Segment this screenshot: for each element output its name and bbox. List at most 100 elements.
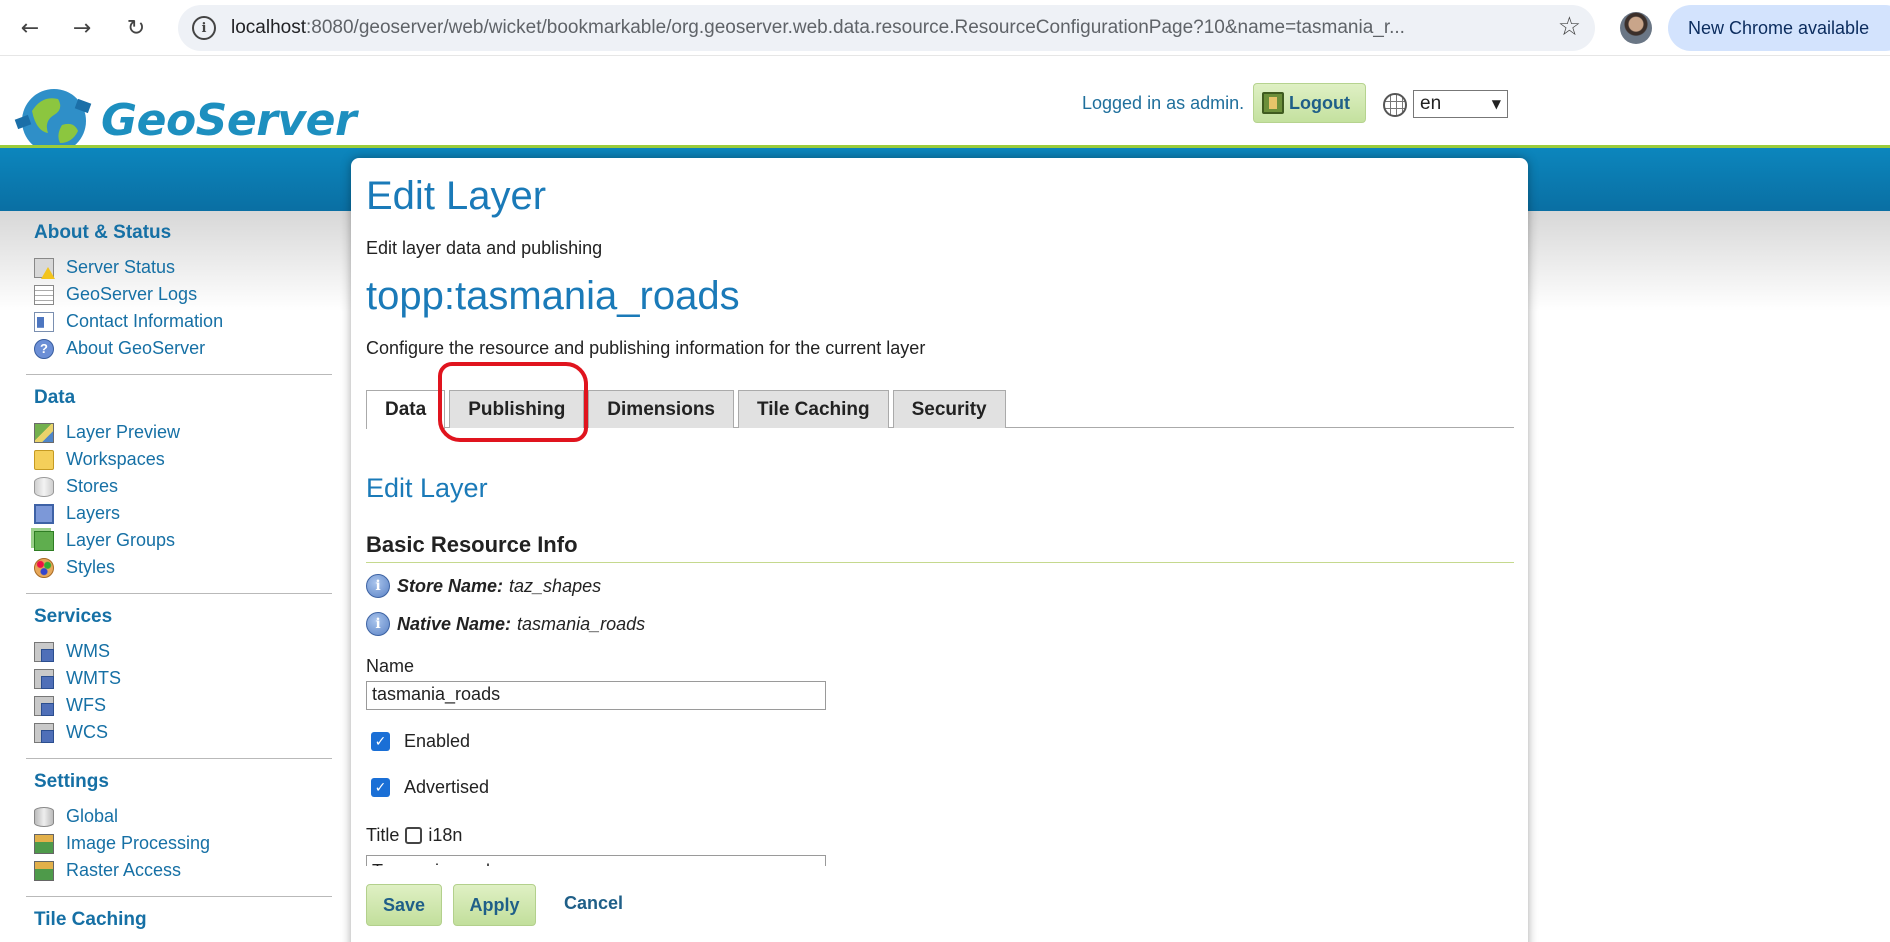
sidebar: About & Status Server Status GeoServer L… [26,220,332,942]
language-select[interactable]: en ▼ [1413,90,1508,118]
wmts-service-icon [34,668,54,689]
geoserver-header: GeoServer Logged in as admin. Logout en … [0,57,1890,153]
logs-icon [34,284,54,305]
advertised-checkbox-row[interactable]: ✓ Advertised [371,777,489,798]
tab-publishing[interactable]: Publishing [449,390,585,428]
tab-tile-caching[interactable]: Tile Caching [738,390,889,428]
sidebar-heading: Data [34,387,76,408]
cancel-link[interactable]: Cancel [564,893,623,914]
sidebar-item-label: Layer Groups [66,530,176,550]
sidebar-item-raster-access[interactable]: Raster Access [26,857,332,884]
sidebar-item-label: WFS [66,695,106,715]
contact-card-icon [34,311,54,332]
wfs-service-icon [34,695,54,716]
sidebar-item-label: WCS [66,722,108,742]
url-text[interactable]: localhost:8080/geoserver/web/wicket/book… [231,17,1531,39]
tab-dimensions[interactable]: Dimensions [588,390,734,428]
logout-label: Logout [1289,92,1350,113]
sidebar-section-services: Services WMS WMTS WFS WCS [26,604,332,759]
sidebar-item-wcs[interactable]: WCS [26,719,332,746]
apply-button[interactable]: Apply [453,884,536,926]
sidebar-item-image-processing[interactable]: Image Processing [26,830,332,857]
sidebar-item-geoserver-logs[interactable]: GeoServer Logs [26,281,332,308]
sidebar-item-wfs[interactable]: WFS [26,692,332,719]
global-settings-icon [34,806,54,827]
sidebar-item-layer-preview[interactable]: Layer Preview [26,419,332,446]
url-path: :8080/geoserver/web/wicket/bookmarkable/… [306,17,1405,38]
raster-icon [34,860,54,881]
sidebar-item-contact-information[interactable]: Contact Information [26,308,332,335]
sidebar-item-label: Raster Access [66,860,182,880]
title-label-row: Title i18n [366,825,462,846]
folder-icon [34,449,54,470]
tab-security[interactable]: Security [892,390,1006,428]
url-host: localhost [231,17,306,38]
chevron-down-icon: ▼ [1491,97,1501,111]
enabled-checkbox[interactable]: ✓ [371,732,390,751]
sidebar-item-wmts[interactable]: WMTS [26,665,332,692]
sidebar-item-layers[interactable]: Layers [26,500,332,527]
sidebar-section-about: About & Status Server Status GeoServer L… [26,220,332,375]
sidebar-item-about-geoserver[interactable]: ? About GeoServer [26,335,332,362]
logout-icon [1262,92,1284,114]
sidebar-heading: Settings [34,771,109,792]
sidebar-item-label: Workspaces [66,449,165,469]
native-name-value: tasmania_roads [517,613,646,634]
language-value: en [1420,93,1442,114]
forward-icon[interactable]: → [64,10,100,46]
sidebar-section-data: Data Layer Preview Workspaces Stores Lay… [26,385,332,594]
site-info-icon[interactable]: i [192,16,216,40]
server-status-icon [34,257,55,279]
title-label: Title [366,825,400,845]
info-icon: i [366,574,390,598]
sidebar-item-styles[interactable]: Styles [26,554,332,581]
wcs-service-icon [34,722,54,743]
chrome-update-button[interactable]: New Chrome available [1668,5,1890,51]
store-name-value: taz_shapes [509,575,602,596]
sidebar-item-label: Layer Preview [66,422,181,442]
geoserver-logo-text[interactable]: GeoServer [101,95,357,146]
sidebar-item-label: WMTS [66,668,121,688]
native-name-label: Native Name: [397,613,512,634]
name-label: Name [366,656,415,676]
sidebar-item-label: Layers [66,503,121,523]
layer-name-heading: topp:tasmania_roads [366,274,740,318]
back-icon[interactable]: ← [12,10,48,46]
reload-icon[interactable]: ↻ [118,10,154,46]
logout-button[interactable]: Logout [1253,83,1366,123]
address-bar[interactable]: i localhost:8080/geoserver/web/wicket/bo… [178,5,1595,51]
sidebar-item-label: Contact Information [66,311,224,331]
palette-icon [34,557,54,578]
sidebar-item-label: GeoServer Logs [66,284,198,304]
i18n-label: i18n [428,825,463,845]
sidebar-item-label: About GeoServer [66,338,206,358]
sidebar-item-global[interactable]: Global [26,803,332,830]
sidebar-heading: Services [34,606,113,627]
sidebar-section-settings: Settings Global Image Processing Raster … [26,769,332,897]
page-title: Edit Layer [366,174,547,218]
name-input[interactable]: tasmania_roads [366,681,826,710]
layer-icon [34,503,54,524]
advertised-label: Advertised [404,777,490,797]
save-button[interactable]: Save [366,884,442,926]
sidebar-item-layer-groups[interactable]: Layer Groups [26,527,332,554]
tab-data[interactable]: Data [366,390,446,429]
advertised-checkbox[interactable]: ✓ [371,778,390,797]
i18n-checkbox[interactable] [405,827,423,844]
store-name-info: i Store Name: taz_shapes [366,574,601,598]
sidebar-item-server-status[interactable]: Server Status [26,254,332,281]
sidebar-item-stores[interactable]: Stores [26,473,332,500]
sidebar-item-label: Stores [66,476,119,496]
profile-avatar[interactable] [1620,12,1652,44]
sidebar-section-tile-caching: Tile Caching [26,907,332,942]
subsection-title: Basic Resource Info [366,532,1514,563]
sidebar-item-wms[interactable]: WMS [26,638,332,665]
bookmark-star-icon[interactable]: ☆ [1558,12,1581,42]
globe-icon [1383,93,1407,117]
sidebar-item-label: Image Processing [66,833,211,853]
sidebar-heading[interactable]: Tile Caching [26,907,332,933]
enabled-checkbox-row[interactable]: ✓ Enabled [371,731,470,752]
sidebar-item-label: WMS [66,641,110,661]
sidebar-item-workspaces[interactable]: Workspaces [26,446,332,473]
page-subtitle: Edit layer data and publishing [366,238,603,258]
